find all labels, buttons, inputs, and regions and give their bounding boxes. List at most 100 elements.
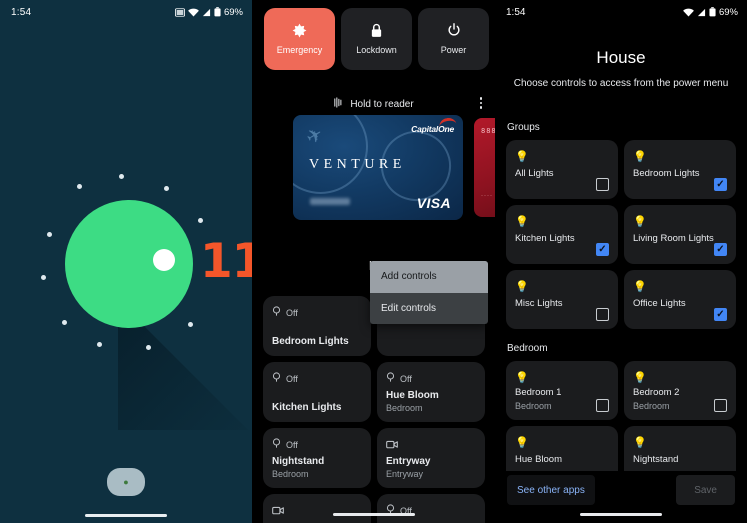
wallet-card-carousel[interactable]: ✈ CapitalOne VENTURE VISA 888 ····: [252, 115, 495, 223]
sparkle-dot: [41, 275, 46, 280]
control-room: Bedroom: [272, 468, 309, 479]
picker-tile-bedroom-1[interactable]: 💡 Bedroom 1 Bedroom: [506, 361, 618, 420]
sparkle-dot: [47, 232, 52, 237]
control-tile[interactable]: Off Hue Bloom Bedroom: [377, 362, 485, 422]
picker-tile-label: Kitchen Lights: [515, 233, 575, 244]
picker-tile-hue-bloom[interactable]: 💡 Hue Bloom: [506, 426, 618, 471]
groups-grid: 💡 All Lights 💡 Bedroom Lights ✓ 💡 Kitche…: [495, 140, 747, 329]
picker-tile-label: Office Lights: [633, 298, 686, 309]
wallet-card-venture[interactable]: ✈ CapitalOne VENTURE VISA: [293, 115, 463, 220]
bulb-icon: 💡: [633, 437, 647, 449]
control-tile-header: Off: [272, 436, 362, 454]
controls-overflow-menu: Add controls Edit controls: [370, 261, 488, 324]
card-issuer-label: CapitalOne: [411, 116, 457, 134]
sparkle-dot: [119, 174, 124, 179]
bedroom-grid: 💡 Bedroom 1 Bedroom 💡 Bedroom 2 Bedroom …: [495, 361, 747, 471]
control-tile[interactable]: Off Kitchen Lights: [263, 362, 371, 422]
emergency-button[interactable]: Emergency: [264, 8, 335, 70]
android-11-easter-egg-graphic: 11: [0, 0, 252, 523]
picker-tile-kitchen-lights[interactable]: 💡 Kitchen Lights ✓: [506, 205, 618, 264]
power-off-button[interactable]: Power: [418, 8, 489, 70]
picker-tile-room: Bedroom: [633, 401, 670, 411]
controls-picker-list[interactable]: Groups 💡 All Lights 💡 Bedroom Lights ✓ 💡…: [495, 122, 747, 471]
power-icon: [447, 23, 461, 38]
picker-checkbox[interactable]: [596, 178, 609, 191]
nfc-wave-icon: [333, 95, 344, 113]
picker-checkbox[interactable]: ✓: [596, 243, 609, 256]
picker-checkbox[interactable]: [714, 399, 727, 412]
control-tile-header: Off: [272, 304, 362, 322]
check-icon: ✓: [716, 178, 725, 190]
picker-tile-living-room-lights[interactable]: 💡 Living Room Lights ✓: [624, 205, 736, 264]
section-header-bedroom: Bedroom: [507, 343, 548, 354]
see-other-apps-button[interactable]: See other apps: [507, 475, 595, 505]
battery-percent: 69%: [718, 6, 738, 18]
hold-to-reader-row[interactable]: Hold to reader: [252, 95, 495, 113]
control-tile[interactable]: Off Nightstand Bedroom: [263, 428, 371, 488]
status-bar-icons: 69%: [683, 7, 738, 18]
version-number: 11: [200, 234, 252, 289]
sparkle-dot: [77, 184, 82, 189]
bulb-icon: 💡: [633, 151, 647, 163]
picker-checkbox[interactable]: [596, 308, 609, 321]
control-tile[interactable]: [263, 494, 371, 523]
easter-egg-home-button[interactable]: ●: [107, 468, 145, 496]
status-bar-right: 1:54 69%: [495, 0, 747, 24]
picker-tile-office-lights[interactable]: 💡 Office Lights ✓: [624, 270, 736, 329]
camera-icon: [386, 436, 398, 454]
picker-tile-label: Living Room Lights: [633, 233, 714, 244]
gesture-nav-handle[interactable]: [85, 514, 167, 517]
check-icon: ✓: [598, 243, 607, 255]
section-header-groups: Groups: [507, 122, 540, 133]
picker-checkbox[interactable]: [596, 399, 609, 412]
control-room: Entryway: [386, 468, 424, 479]
picker-checkbox[interactable]: ✓: [714, 308, 727, 321]
save-button[interactable]: Save: [676, 475, 735, 505]
picker-tile-bedroom-lights[interactable]: 💡 Bedroom Lights ✓: [624, 140, 736, 199]
picker-tile-all-lights[interactable]: 💡 All Lights: [506, 140, 618, 199]
power-menu-actions: Emergency Lockdown Power: [264, 8, 489, 70]
battery-icon: [709, 7, 716, 17]
signal-icon: [697, 8, 706, 17]
control-tile[interactable]: Entryway Entryway: [377, 428, 485, 488]
picker-tile-bedroom-2[interactable]: 💡 Bedroom 2 Bedroom: [624, 361, 736, 420]
bulb-outline-icon: [272, 304, 281, 322]
menu-item-edit-controls[interactable]: Edit controls: [370, 293, 488, 325]
lock-icon: [370, 23, 383, 38]
card-masked-number: 888: [481, 127, 495, 135]
picker-tile-misc-lights[interactable]: 💡 Misc Lights: [506, 270, 618, 329]
wallet-card-secondary[interactable]: 888 ····: [474, 118, 495, 217]
control-tile[interactable]: Off Bedroom Lights: [263, 296, 371, 356]
picker-tile-label: Misc Lights: [515, 298, 563, 309]
bulb-outline-icon: [386, 502, 395, 520]
check-icon: ✓: [716, 308, 725, 320]
lockdown-button[interactable]: Lockdown: [341, 8, 412, 70]
control-tile[interactable]: Off: [377, 494, 485, 523]
control-name: Nightstand: [272, 456, 325, 468]
kebab-menu-icon[interactable]: [477, 94, 486, 112]
picker-checkbox[interactable]: ✓: [714, 243, 727, 256]
sparkle-dot: [164, 186, 169, 191]
emergency-star-icon: [292, 23, 307, 38]
sparkle-dot: [188, 322, 193, 327]
gesture-nav-handle[interactable]: [332, 513, 415, 516]
control-tile-header: [386, 436, 476, 454]
hold-to-reader-label: Hold to reader: [350, 98, 414, 110]
picker-tile-nightstand[interactable]: 💡 Nightstand: [624, 426, 736, 471]
control-tile-header: Off: [386, 502, 476, 520]
picker-checkbox[interactable]: ✓: [714, 178, 727, 191]
picker-tile-label: Hue Bloom: [515, 454, 562, 465]
lockdown-label: Lockdown: [356, 45, 397, 55]
bulb-outline-icon: [272, 436, 281, 454]
control-tile-header: Off: [386, 370, 476, 388]
bulb-icon: 💡: [515, 151, 529, 163]
android-easter-egg-screen: 1:54 69% 11 ●: [0, 0, 252, 523]
gesture-nav-handle[interactable]: [580, 513, 662, 516]
picker-tile-label: Bedroom 2: [633, 387, 680, 398]
check-icon: ✓: [716, 243, 725, 255]
card-number-redacted: ····: [481, 193, 493, 199]
power-label: Power: [440, 45, 467, 55]
bulb-icon: 💡: [515, 372, 529, 384]
bulb-icon: 💡: [633, 281, 647, 293]
menu-item-add-controls[interactable]: Add controls: [370, 261, 488, 293]
